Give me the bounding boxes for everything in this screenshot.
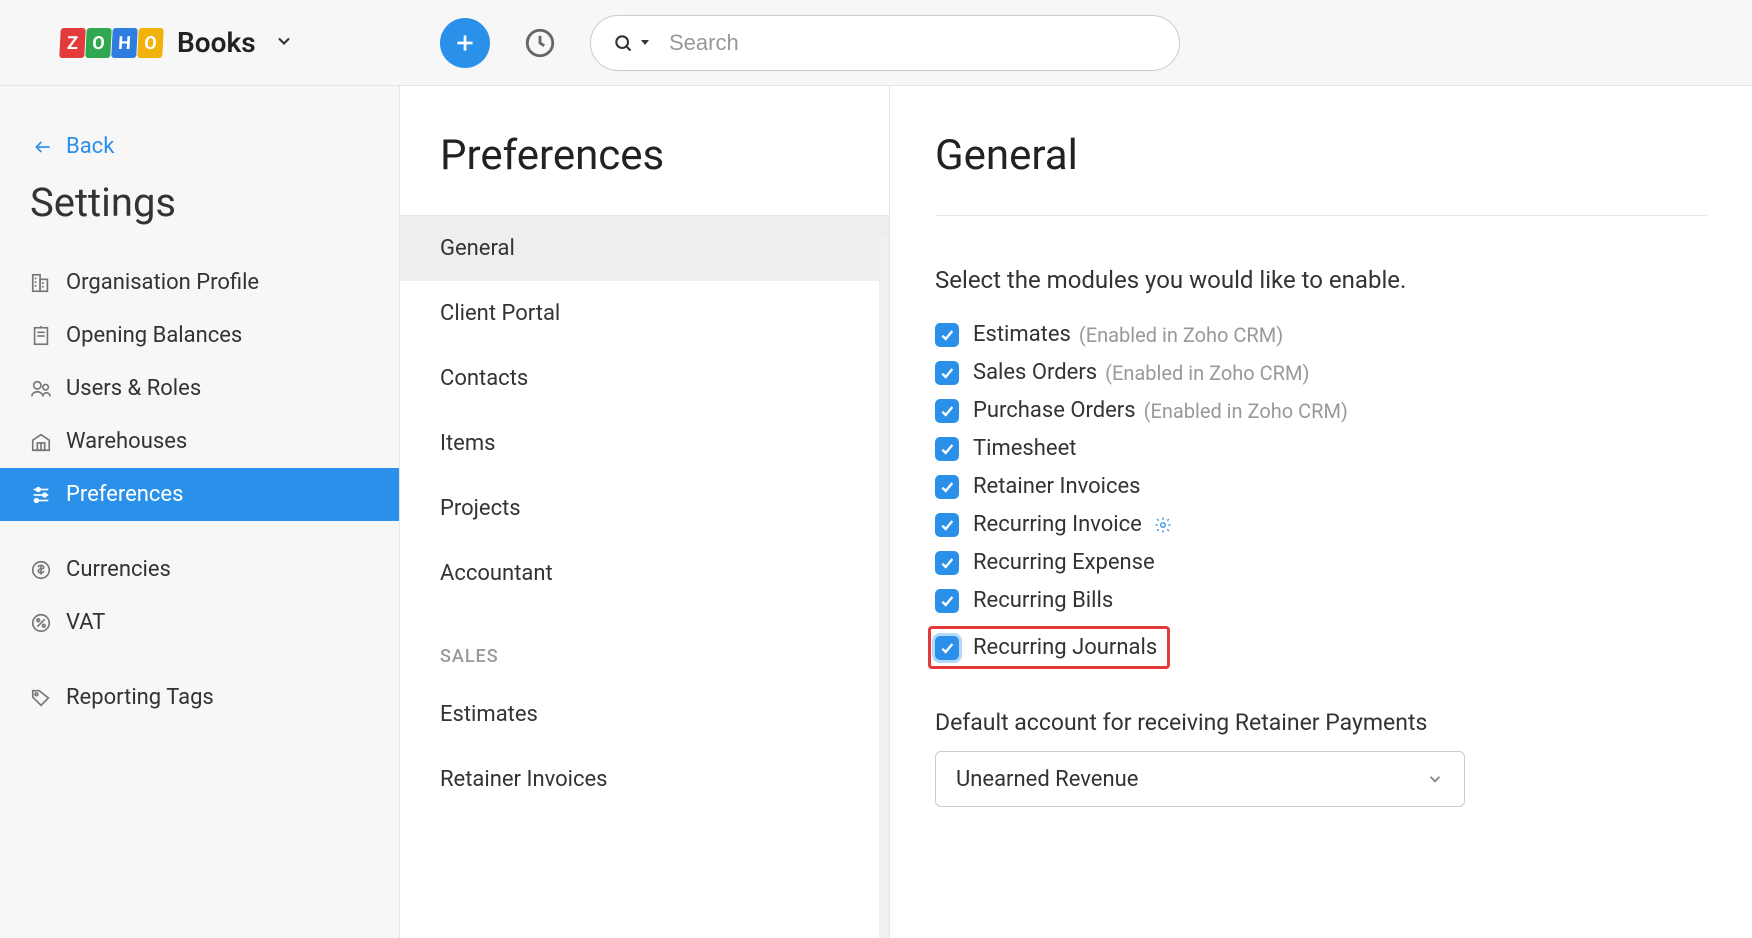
- sidebar-item-opening-balances[interactable]: Opening Balances: [0, 309, 399, 362]
- sidebar-item-reporting-tags[interactable]: Reporting Tags: [0, 671, 399, 724]
- module-timesheet: Timesheet: [935, 436, 1707, 461]
- module-retainer-invoices: Retainer Invoices: [935, 474, 1707, 499]
- sidebar-item-label: Organisation Profile: [66, 270, 259, 295]
- module-sales-orders: Sales Orders (Enabled in Zoho CRM): [935, 360, 1707, 385]
- checkbox-recurring-expense[interactable]: [935, 551, 959, 575]
- module-recurring-expense: Recurring Expense: [935, 550, 1707, 575]
- retainer-account-select[interactable]: Unearned Revenue: [935, 751, 1465, 807]
- module-recurring-invoice: Recurring Invoice: [935, 512, 1707, 537]
- sidebar-item-preferences[interactable]: Preferences: [0, 468, 399, 521]
- settings-sidebar: Back Settings Organisation Profile Openi…: [0, 86, 400, 938]
- sidebar-item-label: Users & Roles: [66, 376, 201, 401]
- sidebar-item-label: Currencies: [66, 557, 171, 582]
- building-icon: [30, 272, 66, 294]
- module-recurring-journals: Recurring Journals: [928, 626, 1170, 669]
- checkbox-recurring-journals[interactable]: [935, 636, 959, 660]
- caret-down-icon[interactable]: [639, 33, 651, 52]
- brand-logo[interactable]: Z O H O Books: [0, 26, 400, 59]
- currency-icon: [30, 559, 66, 581]
- checkbox-timesheet[interactable]: [935, 437, 959, 461]
- preferences-list: Preferences General Client Portal Contac…: [400, 86, 890, 938]
- module-estimates: Estimates (Enabled in Zoho CRM): [935, 322, 1707, 347]
- select-value: Unearned Revenue: [956, 767, 1138, 792]
- chevron-down-icon: [1426, 770, 1444, 788]
- pref-item-estimates[interactable]: Estimates: [400, 682, 889, 747]
- module-label: Recurring Bills: [973, 588, 1113, 613]
- module-purchase-orders: Purchase Orders (Enabled in Zoho CRM): [935, 398, 1707, 423]
- pref-item-items[interactable]: Items: [400, 411, 889, 476]
- checkbox-retainer-invoices[interactable]: [935, 475, 959, 499]
- scrollbar[interactable]: [879, 236, 889, 938]
- search-icon: [613, 33, 633, 53]
- module-label: Recurring Expense: [973, 550, 1155, 575]
- sidebar-item-label: Opening Balances: [66, 323, 242, 348]
- module-label: Sales Orders: [973, 360, 1097, 385]
- module-label: Timesheet: [973, 436, 1076, 461]
- tag-icon: [30, 687, 66, 709]
- general-subtitle: Select the modules you would like to ena…: [935, 266, 1707, 294]
- retainer-field-label: Default account for receiving Retainer P…: [935, 709, 1707, 736]
- back-link[interactable]: Back: [0, 134, 399, 179]
- module-recurring-bills: Recurring Bills: [935, 588, 1707, 613]
- users-icon: [30, 378, 66, 400]
- sidebar-item-warehouses[interactable]: Warehouses: [0, 415, 399, 468]
- general-title: General: [935, 131, 1707, 216]
- pref-section-sales: SALES: [400, 606, 889, 682]
- sidebar-item-label: Warehouses: [66, 429, 187, 454]
- pref-item-client-portal[interactable]: Client Portal: [400, 281, 889, 346]
- percent-icon: [30, 612, 66, 634]
- search-field[interactable]: [590, 15, 1180, 71]
- checkbox-purchase-orders[interactable]: [935, 399, 959, 423]
- module-label: Recurring Invoice: [973, 512, 1142, 537]
- sidebar-item-label: VAT: [66, 610, 105, 635]
- pref-item-accountant[interactable]: Accountant: [400, 541, 889, 606]
- module-label: Retainer Invoices: [973, 474, 1141, 499]
- sidebar-item-vat[interactable]: VAT: [0, 596, 399, 649]
- quick-create-button[interactable]: [440, 18, 490, 68]
- general-panel: General Select the modules you would lik…: [890, 86, 1752, 938]
- pref-item-retainer-invoices[interactable]: Retainer Invoices: [400, 747, 889, 812]
- module-note: (Enabled in Zoho CRM): [1144, 399, 1348, 423]
- module-label: Recurring Journals: [973, 635, 1157, 660]
- sidebar-item-label: Reporting Tags: [66, 685, 214, 710]
- sidebar-item-users-roles[interactable]: Users & Roles: [0, 362, 399, 415]
- receipt-icon: [30, 325, 66, 347]
- module-note: (Enabled in Zoho CRM): [1079, 323, 1283, 347]
- sidebar-item-organisation-profile[interactable]: Organisation Profile: [0, 256, 399, 309]
- module-note: (Enabled in Zoho CRM): [1105, 361, 1309, 385]
- zoho-logo-icon: Z O H O: [60, 28, 163, 58]
- module-label: Purchase Orders: [973, 398, 1136, 423]
- sliders-icon: [30, 484, 66, 506]
- search-input[interactable]: [669, 30, 1157, 56]
- checkbox-sales-orders[interactable]: [935, 361, 959, 385]
- pref-item-general[interactable]: General: [400, 216, 889, 281]
- sidebar-item-currencies[interactable]: Currencies: [0, 543, 399, 596]
- pref-item-contacts[interactable]: Contacts: [400, 346, 889, 411]
- sidebar-item-label: Preferences: [66, 482, 183, 507]
- gear-icon[interactable]: [1154, 515, 1174, 535]
- back-label: Back: [66, 134, 114, 159]
- brand-name: Books: [177, 26, 256, 59]
- settings-title: Settings: [0, 179, 399, 256]
- checkbox-recurring-invoice[interactable]: [935, 513, 959, 537]
- chevron-down-icon[interactable]: [274, 31, 294, 55]
- warehouse-icon: [30, 431, 66, 453]
- preferences-title: Preferences: [400, 86, 889, 216]
- module-label: Estimates: [973, 322, 1071, 347]
- recent-activity-button[interactable]: [518, 21, 562, 65]
- checkbox-recurring-bills[interactable]: [935, 589, 959, 613]
- pref-item-projects[interactable]: Projects: [400, 476, 889, 541]
- checkbox-estimates[interactable]: [935, 323, 959, 347]
